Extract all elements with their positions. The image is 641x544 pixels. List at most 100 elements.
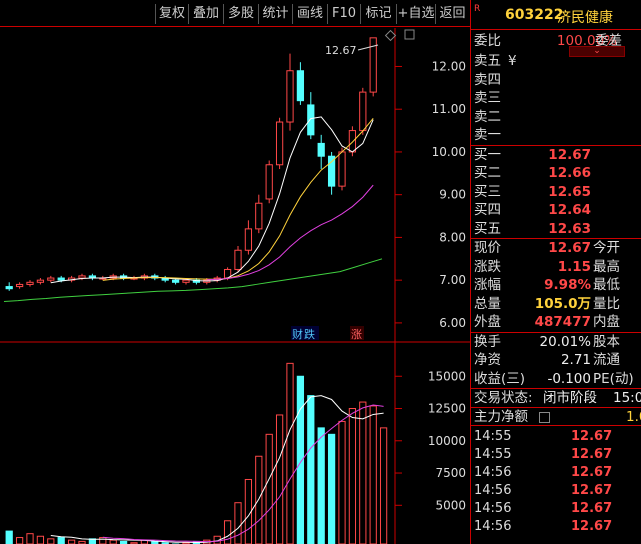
sell-book: 卖五 ¥ 卖四 卖三 卖二 卖一 xyxy=(471,52,641,145)
sell-level-row[interactable]: 卖五 ¥ xyxy=(471,52,641,71)
fundamental-label: 换手 xyxy=(474,333,501,350)
volume-bar xyxy=(265,433,273,544)
quote-label: 现价 xyxy=(474,240,501,256)
candle-body xyxy=(182,279,190,283)
volume-axis-label: 10000 xyxy=(428,434,466,448)
fundamental-row: 收益(三) -0.100 PE(动) xyxy=(471,370,641,389)
net-flow-label: 主力净额 xyxy=(474,408,528,425)
volume-bar xyxy=(109,539,117,544)
tick-price: 12.67 xyxy=(571,501,613,516)
tick-price: 12.67 xyxy=(571,519,613,534)
diamond-icon[interactable] xyxy=(384,29,397,42)
margin-mark: R xyxy=(474,4,481,14)
sell-level-row[interactable]: 卖三 xyxy=(471,89,641,108)
tick-price: 12.67 xyxy=(571,429,613,444)
candle-body xyxy=(36,279,45,283)
quote-value: 1.15 xyxy=(557,258,591,275)
square-icon[interactable] xyxy=(404,29,415,40)
candle-body xyxy=(307,104,315,136)
sell-level-row[interactable]: 卖四 xyxy=(471,71,641,90)
chart-svg[interactable]: 12.00 11.00 10.00 9.00 8.00 7.00 6.00 15000 125… xyxy=(0,28,470,544)
candle-body xyxy=(359,91,367,132)
f10-button[interactable]: F10 xyxy=(327,4,360,24)
candle-body xyxy=(78,275,86,279)
buy-level-label: 买五 xyxy=(474,220,501,237)
price-axis-label: 12.00 xyxy=(432,59,466,73)
stock-name[interactable]: 济民健康 xyxy=(557,7,613,27)
overlay-button[interactable]: 叠加 xyxy=(188,4,223,24)
tick-list[interactable]: 14:55 12.67 14:55 12.67 14:56 12.67 14:56 12.67… xyxy=(471,425,641,536)
buy-level-row[interactable]: 买二 12.66 xyxy=(471,164,641,183)
volume-bar xyxy=(286,362,294,544)
volume-axis-label: 15000 xyxy=(428,369,466,383)
buy-level-row[interactable]: 买四 12.64 xyxy=(471,201,641,220)
mark-button[interactable]: 标记 xyxy=(360,4,396,24)
event-marker-zhang[interactable]: 涨 xyxy=(351,328,362,341)
volume-bar xyxy=(307,395,315,544)
quote-block: 现价 12.67 今开 涨跌 1.15 最高 涨幅 9.98% 最低 总量 105.0万 量比 外盘 48… xyxy=(471,238,641,332)
fundamental-label-right: PE(动) xyxy=(593,370,634,387)
event-marker-cai[interactable]: 财 xyxy=(292,327,303,341)
quote-label-right: 最低 xyxy=(593,277,620,293)
wei-bi-row: 委比 100.00% 委差 ⌄ xyxy=(471,30,641,57)
buy-level-price: 12.67 xyxy=(548,146,591,163)
draw-line-button[interactable]: 画线 xyxy=(292,4,327,24)
buy-level-label: 买二 xyxy=(474,165,501,181)
quote-value: 12.67 xyxy=(548,240,591,256)
tick-price: 12.67 xyxy=(571,483,613,498)
multi-stock-button[interactable]: 多股 xyxy=(223,4,258,24)
tick-time: 14:55 xyxy=(474,429,512,444)
add-favorite-button[interactable]: +自选 xyxy=(396,4,435,24)
quote-panel: R 603222 济民健康 委比 100.00% 委差 ⌄ 卖五 ¥ 卖四 卖三 卖二卖… xyxy=(470,0,641,544)
volume-bar xyxy=(348,408,357,544)
sell-level-price: ¥ xyxy=(508,53,517,69)
chart-toolbar: 复权 叠加 多股 统计 画线 F10 标记 +自选 返回 xyxy=(0,0,470,27)
quote-label-right: 今开 xyxy=(593,240,620,256)
tick-time: 14:56 xyxy=(474,501,512,516)
statistics-button[interactable]: 统计 xyxy=(258,4,292,24)
price-axis-label: 11.00 xyxy=(432,102,466,116)
candle-body xyxy=(244,228,253,251)
candle-body xyxy=(171,279,180,283)
buy-level-row[interactable]: 买三 12.65 xyxy=(471,183,641,202)
volume-bar xyxy=(5,530,13,544)
price-axis-label: 7.00 xyxy=(439,273,466,287)
tick-row: 14:56 12.67 xyxy=(471,500,641,518)
fuquan-button[interactable]: 复权 xyxy=(155,4,188,24)
price-axis-label: 6.00 xyxy=(439,316,466,330)
list-icon[interactable] xyxy=(539,411,550,423)
ma20-line xyxy=(206,184,374,281)
stock-code[interactable]: 603222 xyxy=(505,7,563,23)
buy-level-price: 12.65 xyxy=(548,183,591,200)
quote-row: 外盘 487477 内盘 xyxy=(471,313,641,332)
buy-book: 买一 12.67 买二 12.66 买三 12.65 买四 12.64 买五 12.63 xyxy=(471,144,641,239)
sell-level-row[interactable]: 卖二 xyxy=(471,108,641,127)
volume-bar xyxy=(338,420,346,544)
fundamental-row: 换手 20.01% 股本 xyxy=(471,333,641,352)
volume-axis-label: 5000 xyxy=(435,498,466,512)
back-button[interactable]: 返回 xyxy=(435,4,469,24)
ma5-line xyxy=(50,116,374,284)
quote-row: 涨幅 9.98% 最低 xyxy=(471,276,641,295)
buy-level-row[interactable]: 买一 12.67 xyxy=(471,146,641,165)
volume-bar xyxy=(369,405,377,544)
sell-level-label: 卖五 xyxy=(474,53,501,69)
volume-bar xyxy=(47,538,55,544)
volume-bar xyxy=(255,455,263,544)
fundamental-label-right: 流通 xyxy=(593,352,620,368)
tick-price: 12.67 xyxy=(571,465,613,480)
candle-body xyxy=(327,155,336,187)
candle-body xyxy=(26,281,34,285)
volume-bar xyxy=(327,433,336,544)
tick-time: 14:56 xyxy=(474,483,512,498)
sell-level-row[interactable]: 卖一 xyxy=(471,126,641,145)
candle-body xyxy=(47,277,55,281)
volume-bar xyxy=(275,414,284,544)
buy-level-row[interactable]: 买五 12.63 xyxy=(471,220,641,239)
net-flow-row: 主力净额 1.0 xyxy=(471,406,641,426)
kline-chart[interactable]: 12.00 11.00 10.00 9.00 8.00 7.00 6.00 15000 125… xyxy=(0,28,470,544)
volume-bar xyxy=(57,537,65,544)
event-marker-die[interactable]: 跌 xyxy=(304,327,315,341)
quote-value: 9.98% xyxy=(544,277,591,293)
quote-label: 外盘 xyxy=(474,314,501,330)
